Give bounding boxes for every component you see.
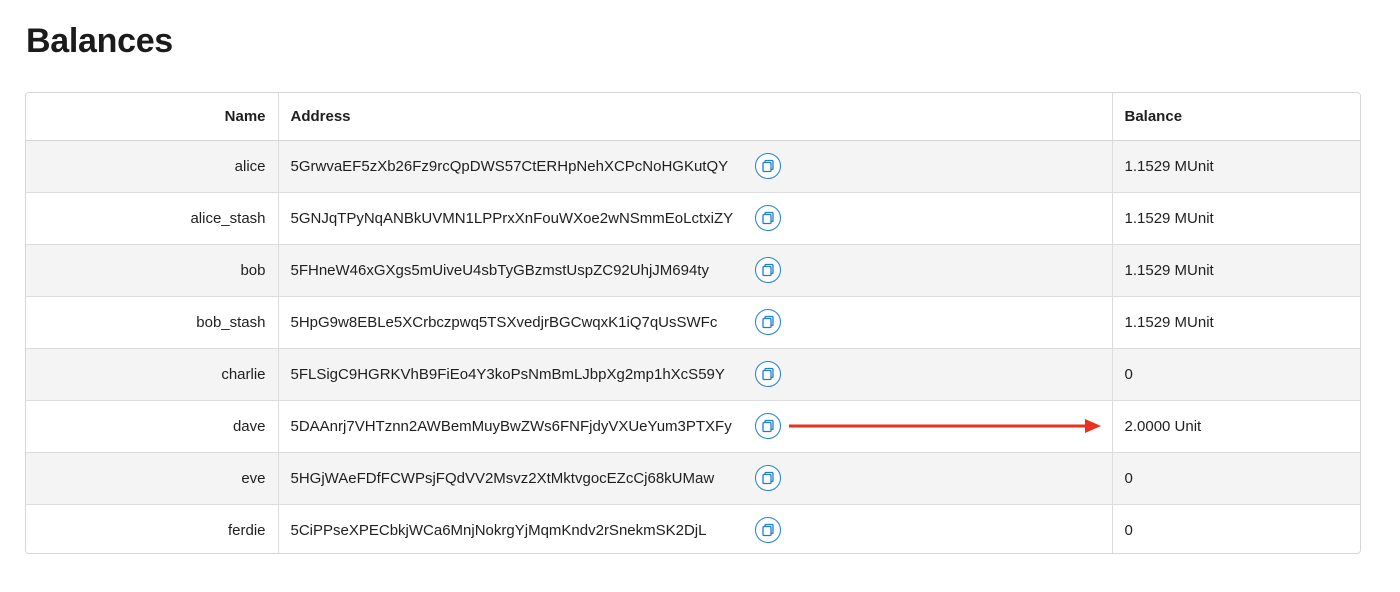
account-address: 5DAAnrj7VHTznn2AWBemMuyBwZWs6FNFjdyVXUeY… — [290, 417, 732, 435]
copy-icon — [761, 524, 774, 537]
account-address: 5GNJqTPyNqANBkUVMN1LPPrxXnFouWXoe2wNSmmE… — [290, 209, 734, 227]
address-cell: 5GNJqTPyNqANBkUVMN1LPPrxXnFouWXoe2wNSmmE… — [277, 191, 1112, 244]
account-name: eve — [26, 451, 278, 504]
copy-address-button[interactable] — [754, 361, 781, 387]
table-row: alice 5GrwvaEF5zXb26Fz9rcQpDWS57CtERHpNe… — [26, 140, 1360, 192]
copy-address-button[interactable] — [754, 465, 781, 491]
balances-table: Name Address Balance alice 5GrwvaEF5zXb2… — [25, 92, 1361, 554]
table-row: alice_stash 5GNJqTPyNqANBkUVMN1LPPrxXnFo… — [26, 191, 1360, 244]
account-balance: 1.1529 MUnit — [1111, 140, 1360, 192]
account-name: alice — [234, 157, 266, 175]
account-name: charlie — [26, 347, 278, 400]
copy-icon — [761, 367, 774, 381]
account-balance: 1.1529 MUnit — [1111, 191, 1360, 244]
account-balance: 0 — [1111, 347, 1360, 400]
copy-icon — [761, 419, 774, 433]
account-name: bob — [26, 243, 278, 296]
table-row: dave 5DAAnrj7VHTznn2AWBemMuyBwZWs6FNFjdy… — [26, 399, 1360, 452]
account-address: 5FHneW46xGXgs5mUiveU4sbTyGBzmstUspZC92Uh… — [290, 261, 709, 279]
address-cell: 5CiPPseXPECbkjWCa6MnjNokrgYjMqmKndv2rSne… — [277, 503, 1112, 553]
account-balance: 2.0000 Unit — [1111, 399, 1360, 452]
copy-address-button[interactable] — [754, 257, 781, 283]
column-header-address: Address — [277, 93, 1112, 141]
table-row: ferdie 5CiPPseXPECbkjWCa6MnjNokrgYjMqmKn… — [26, 503, 1360, 553]
copy-address-button[interactable] — [754, 413, 781, 439]
table-row: eve 5HGjWAeFDfFCWPsjFQdVV2Msvz2XtMktvgoc… — [26, 451, 1360, 504]
table-row: bob_stash 5HpG9w8EBLe5XCrbczpwq5TSXvedjr… — [26, 295, 1360, 348]
balances-page: Balances Name Address Balance alice 5Grw… — [0, 0, 1400, 592]
account-address: 5FLSigC9HGRKVhB9FiEo4Y3koPsNmBmLJbpXg2mp… — [290, 365, 725, 383]
account-address: 5HpG9w8EBLe5XCrbczpwq5TSXvedjrBGCwqxK1iQ… — [290, 313, 718, 331]
copy-icon — [761, 211, 774, 225]
account-name: ferdie — [26, 503, 278, 553]
address-cell: 5DAAnrj7VHTznn2AWBemMuyBwZWs6FNFjdyVXUeY… — [277, 399, 1112, 452]
account-address: 5CiPPseXPECbkjWCa6MnjNokrgYjMqmKndv2rSne… — [290, 522, 707, 540]
copy-address-button[interactable] — [754, 153, 781, 179]
copy-icon — [761, 263, 774, 277]
copy-icon — [761, 315, 774, 329]
copy-address-button[interactable] — [754, 205, 781, 231]
account-balance: 1.1529 MUnit — [1111, 243, 1360, 296]
copy-address-button[interactable] — [754, 517, 781, 544]
account-balance: 1.1529 MUnit — [1111, 295, 1360, 348]
address-cell: 5FHneW46xGXgs5mUiveU4sbTyGBzmstUspZC92Uh… — [277, 243, 1112, 296]
table-header-row: Name Address Balance — [26, 93, 1360, 141]
address-cell: 5FLSigC9HGRKVhB9FiEo4Y3koPsNmBmLJbpXg2mp… — [277, 347, 1112, 400]
address-cell: 5HpG9w8EBLe5XCrbczpwq5TSXvedjrBGCwqxK1iQ… — [277, 295, 1112, 348]
copy-icon — [761, 159, 774, 173]
account-name: dave — [26, 399, 278, 452]
account-address: 5HGjWAeFDfFCWPsjFQdVV2Msvz2XtMktvgocEZcC… — [290, 469, 715, 487]
column-header-name: Name — [26, 93, 278, 141]
account-name: bob_stash — [26, 295, 278, 348]
table-row: bob 5FHneW46xGXgs5mUiveU4sbTyGBzmstUspZC… — [26, 243, 1360, 296]
account-balance: 0 — [1111, 503, 1360, 553]
copy-icon — [761, 471, 774, 485]
copy-address-button[interactable] — [754, 309, 781, 335]
account-balance: 0 — [1111, 451, 1360, 504]
account-address: 5GrwvaEF5zXb26Fz9rcQpDWS57CtERHpNehXCPcN… — [290, 157, 729, 175]
column-header-balance: Balance — [1111, 93, 1360, 141]
address-cell: 5HGjWAeFDfFCWPsjFQdVV2Msvz2XtMktvgocEZcC… — [277, 451, 1112, 504]
address-cell: 5GrwvaEF5zXb26Fz9rcQpDWS57CtERHpNehXCPcN… — [277, 140, 1112, 192]
account-name: alice_stash — [26, 191, 278, 244]
table-row: charlie 5FLSigC9HGRKVhB9FiEo4Y3koPsNmBmL… — [26, 347, 1360, 400]
page-title: Balances — [26, 22, 173, 60]
